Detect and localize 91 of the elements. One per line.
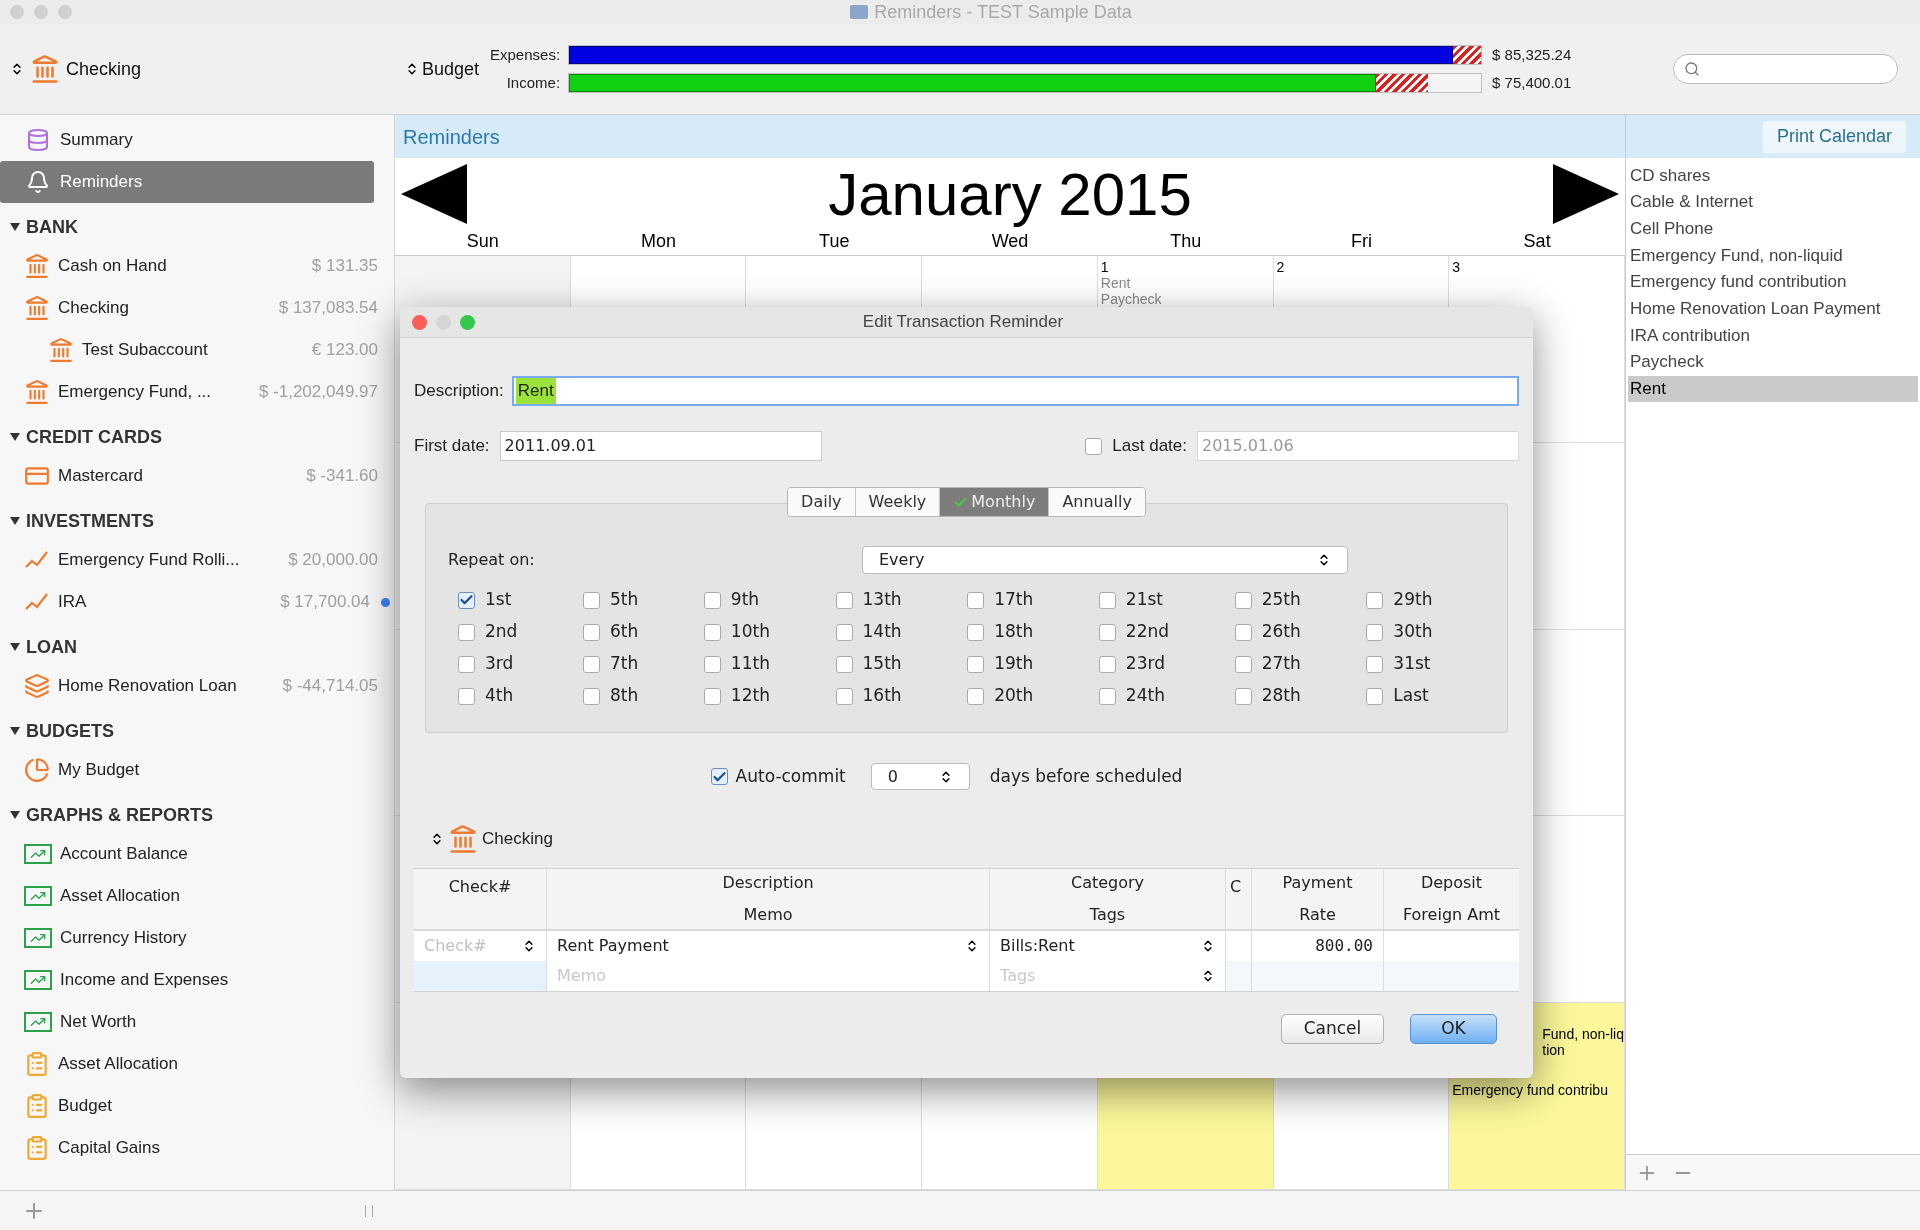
account-name: Asset Allocation <box>60 885 180 908</box>
weekday-label: Mon <box>640 230 678 253</box>
field-label: First date: <box>414 435 490 458</box>
day-label: 6th <box>610 620 639 644</box>
month-title: January 2015 <box>828 160 1192 230</box>
day-label: 13th <box>862 588 902 612</box>
account-name: Emergency Fund, ... <box>58 381 212 404</box>
day-label: 3rd <box>485 652 514 676</box>
day-number: 1 <box>1100 259 1110 275</box>
days-suffix: days before scheduled <box>989 764 1183 788</box>
account-amount: € 123.00 <box>311 339 378 362</box>
day-label: 7th <box>610 652 639 676</box>
day-label: 29th <box>1393 588 1433 612</box>
account-name: Income and Expenses <box>60 969 229 992</box>
bar-amount: $ 75,400.01 <box>1492 72 1572 93</box>
day-label: 23rd <box>1125 652 1165 676</box>
bar-label: Income: <box>505 72 562 93</box>
account-amount: $ -341.60 <box>306 465 378 488</box>
day-label: 19th <box>994 652 1034 676</box>
day-label: 20th <box>994 684 1034 708</box>
day-label: 4th <box>485 684 514 708</box>
account-name: Home Renovation Loan <box>58 675 237 698</box>
day-label: 31st <box>1393 652 1431 676</box>
account-name: Checking <box>58 297 129 320</box>
day-label: 17th <box>994 588 1034 612</box>
day-label: 26th <box>1261 620 1301 644</box>
account-amount: $ -44,714.05 <box>282 675 378 698</box>
day-label: 21st <box>1125 588 1163 612</box>
column-header: Memo <box>743 904 793 926</box>
field-label: Last date: <box>1112 435 1187 458</box>
day-label: Last <box>1393 684 1429 708</box>
weekday-label: Sun <box>465 230 500 253</box>
day-label: 30th <box>1393 620 1433 644</box>
account-name: Net Worth <box>60 1011 137 1034</box>
checkbox-label: Auto-commit <box>735 764 846 788</box>
account-name: Mastercard <box>58 465 144 488</box>
column-header: C <box>1229 876 1242 898</box>
account-amount: $ 17,700.04 <box>280 591 370 614</box>
column-header: Category <box>1070 872 1145 894</box>
account-amount: $ 20,000.00 <box>288 549 378 572</box>
column-header: Check# <box>448 876 512 898</box>
dialog-title: Edit Transaction Reminder <box>861 311 1065 334</box>
day-number: 3 <box>1452 259 1462 275</box>
account-amount: $ -1,202,049.97 <box>258 381 378 404</box>
account-name: Emergency Fund Rolli... <box>58 549 240 572</box>
account-name: Test Subaccount <box>82 339 208 362</box>
day-label: 27th <box>1261 652 1301 676</box>
weekday-label: Sat <box>1522 230 1552 253</box>
column-header: Tags <box>1089 904 1126 926</box>
day-label: 14th <box>862 620 902 644</box>
weekday-label: Wed <box>990 230 1030 253</box>
account-amount: $ 137,083.54 <box>278 297 378 320</box>
day-label: 5th <box>610 588 639 612</box>
account-name: Account Balance <box>60 843 188 866</box>
column-header: Description <box>722 872 814 894</box>
day-number: 2 <box>1276 259 1286 275</box>
day-label: 8th <box>610 684 639 708</box>
column-header: Rate <box>1299 904 1336 926</box>
account-name: Cash on Hand <box>58 255 167 278</box>
day-label: 10th <box>730 620 770 644</box>
column-header: Payment <box>1282 872 1353 894</box>
account-name: Budget <box>58 1095 112 1118</box>
day-label: 1st <box>485 588 512 612</box>
bar-amount: $ 85,325.24 <box>1492 44 1572 65</box>
day-label: 25th <box>1261 588 1301 612</box>
weekday-label: Thu <box>1169 230 1203 253</box>
day-label: 18th <box>994 620 1034 644</box>
column-header: Foreign Amt <box>1402 904 1501 926</box>
day-label: 16th <box>862 684 902 708</box>
window-title: Reminders - TEST Sample Data <box>874 0 1132 24</box>
day-label: 9th <box>730 588 760 612</box>
day-label: 24th <box>1125 684 1165 708</box>
account-name: Currency History <box>60 927 187 950</box>
day-label: 12th <box>730 684 770 708</box>
header-title: Reminders <box>403 124 500 150</box>
day-label: 22nd <box>1125 620 1170 644</box>
column-header: Deposit <box>1420 872 1483 894</box>
account-name: Capital Gains <box>58 1137 161 1160</box>
day-label: 11th <box>730 652 770 676</box>
bar-label: Expenses: <box>489 44 562 65</box>
account-name: Asset Allocation <box>58 1053 178 1076</box>
account-amount: $ 131.35 <box>311 255 378 278</box>
day-label: 2nd <box>485 620 518 644</box>
account-name: My Budget <box>58 759 140 782</box>
day-label: 28th <box>1261 684 1301 708</box>
field-label: Repeat on: <box>448 549 536 571</box>
weekday-label: Fri <box>1349 230 1373 253</box>
day-label: 15th <box>862 652 902 676</box>
weekday-label: Tue <box>818 230 851 253</box>
field-label: Description: <box>414 380 504 403</box>
account-name: IRA <box>58 591 87 614</box>
